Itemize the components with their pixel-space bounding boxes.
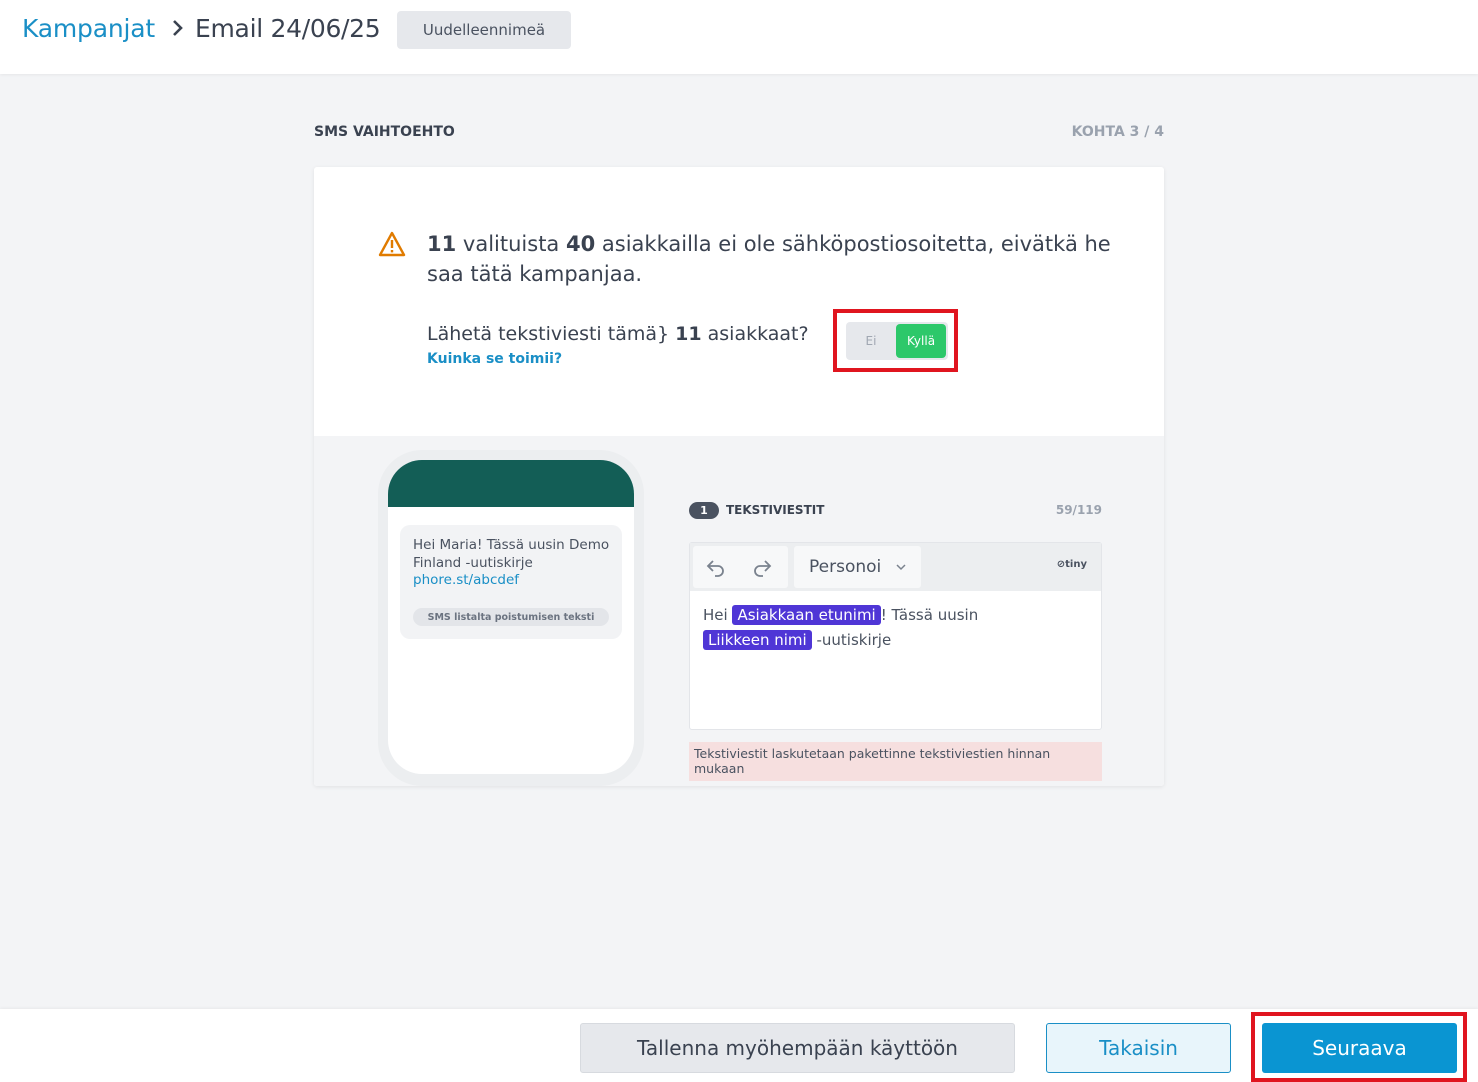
top-header: Kampanjat Email 24/06/25 Uudelleennimeä [0, 0, 1478, 74]
how-it-works-link[interactable]: Kuinka se toimii? [427, 351, 562, 367]
phone-preview: Hei Maria! Tässä uusin Demo Finland -uut… [378, 450, 644, 786]
step-title: SMS VAIHTOEHTO [314, 124, 455, 140]
rename-button[interactable]: Uudelleennimeä [397, 11, 571, 49]
sms-editor-label: TEKSTIVIESTIT [726, 503, 825, 517]
sms-editor: Personoi ⊘tiny Hei Asiakkaan etunimi! Tä… [689, 542, 1102, 730]
sms-editor-content[interactable]: Hei Asiakkaan etunimi! Tässä uusin Liikke… [703, 603, 1093, 653]
chevron-right-icon [173, 20, 183, 36]
phone-screen: Hei Maria! Tässä uusin Demo Finland -uut… [388, 460, 634, 774]
sms-preview-text: Hei Maria! Tässä uusin Demo Finland -uut… [413, 537, 610, 571]
sms-bubble: Hei Maria! Tässä uusin Demo Finland -uut… [400, 525, 622, 639]
footer-bar: Tallenna myöhempään käyttöön Takaisin Se… [0, 1009, 1478, 1082]
send-sms-question: Lähetä tekstiviesti tämä} 11 asiakkaat? [427, 323, 809, 345]
phone-header [388, 460, 634, 507]
sms-preview-link[interactable]: phore.st/abcdef [413, 572, 519, 588]
undo-icon[interactable] [705, 556, 727, 578]
history-group [693, 546, 788, 588]
billing-note: Tekstiviestit laskutetaan pakettinne tek… [689, 742, 1102, 781]
sms-option-card: 11 valituista 40 asiakkailla ei ole sähk… [314, 167, 1164, 786]
unsubscribe-tag: SMS listalta poistumisen teksti [413, 608, 609, 626]
sms-count-badge: 1 [689, 502, 719, 519]
editor-toolbar: Personoi ⊘tiny [690, 543, 1101, 591]
sms-preview-section: Hei Maria! Tässä uusin Demo Finland -uut… [314, 436, 1164, 786]
missing-email-warning: 11 valituista 40 asiakkailla ei ole sähk… [427, 232, 1111, 286]
merge-tag-business-name[interactable]: Liikkeen nimi [703, 630, 812, 650]
step-counter: KOHTA 3 / 4 [1071, 124, 1164, 140]
back-button[interactable]: Takaisin [1046, 1023, 1231, 1073]
chevron-down-icon [896, 564, 906, 571]
next-button[interactable]: Seuraava [1262, 1023, 1457, 1073]
save-for-later-button[interactable]: Tallenna myöhempään käyttöön [580, 1023, 1015, 1073]
redo-icon[interactable] [751, 556, 773, 578]
character-counter: 59/119 [1055, 503, 1102, 517]
page-title: Email 24/06/25 [195, 14, 381, 43]
personalize-dropdown[interactable]: Personoi [794, 546, 921, 588]
toggle-option-no[interactable]: Ei [846, 322, 896, 360]
personalize-label: Personoi [809, 557, 882, 577]
toggle-option-yes[interactable]: Kyllä [896, 324, 946, 358]
tiny-logo: ⊘tiny [1056, 559, 1087, 570]
warning-icon [378, 231, 406, 257]
send-sms-toggle[interactable]: Ei Kyllä [846, 322, 948, 360]
merge-tag-first-name[interactable]: Asiakkaan etunimi [732, 605, 881, 625]
breadcrumb-campaigns-link[interactable]: Kampanjat [22, 14, 155, 43]
